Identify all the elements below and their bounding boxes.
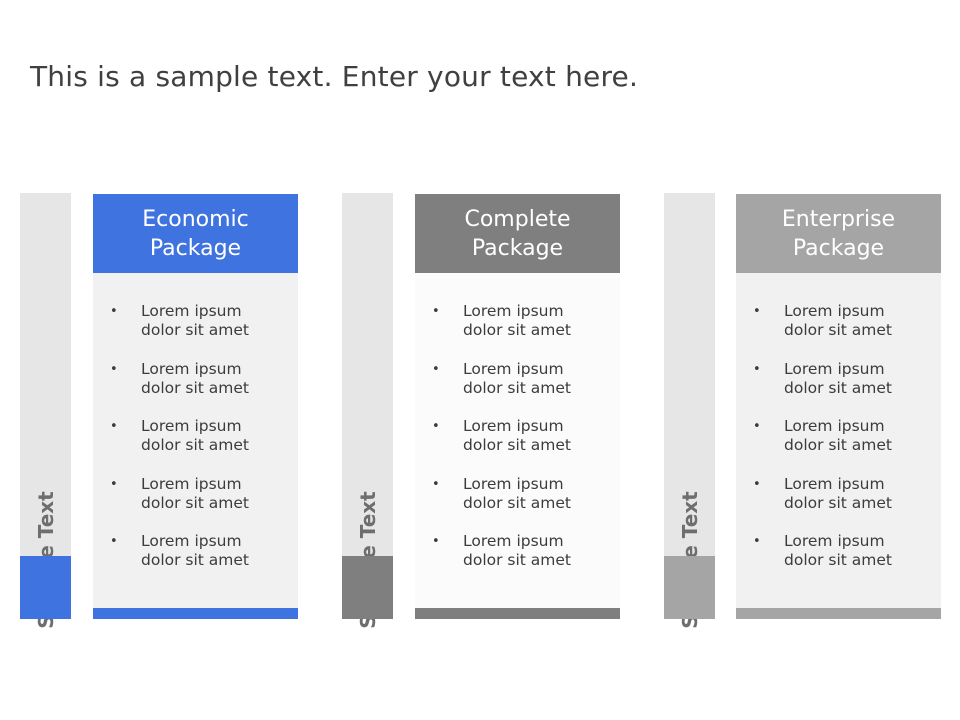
- feature-text: Lorem ipsum: [141, 474, 242, 493]
- package-title-line: Economic: [142, 206, 249, 232]
- feature-item: • Lorem ipsum dolor sit amet: [415, 302, 571, 360]
- feature-text: Lorem ipsum: [784, 302, 885, 320]
- bullet-icon: •: [753, 534, 761, 549]
- feature-text: dolor sit amet: [463, 436, 572, 454]
- bullet-icon: •: [432, 304, 440, 319]
- package-title-line: Package: [792, 235, 885, 261]
- package-header: Enterprise Package: [736, 194, 941, 273]
- feature-item: • Lorem ipsum dolor sit amet: [93, 532, 249, 590]
- feature-item: • Lorem ipsum dolor sit amet: [736, 302, 892, 360]
- bullet-icon: •: [432, 476, 440, 492]
- feature-text: Lorem ipsum: [784, 474, 885, 493]
- feature-item: • Lorem ipsum dolor sit amet: [93, 475, 249, 533]
- feature-text: Lorem ipsum: [784, 359, 885, 378]
- package-card-economic: Economic Package • Lorem ipsum dolor sit a…: [93, 194, 298, 619]
- feature-list: • Lorem ipsum dolor sit amet • Lorem ipsum do…: [736, 302, 892, 590]
- feature-item: • Lorem ipsum dolor sit amet: [736, 417, 892, 475]
- feature-item: • Lorem ipsum dolor sit amet: [93, 360, 249, 418]
- feature-text: Lorem ipsum: [463, 359, 564, 378]
- side-accent: [342, 556, 393, 619]
- feature-item: • Lorem ipsum dolor sit amet: [736, 475, 892, 533]
- package-title-line: Complete: [464, 206, 571, 232]
- feature-text: dolor sit amet: [463, 551, 572, 569]
- card-footer-bar: [415, 608, 620, 619]
- feature-text: dolor sit amet: [784, 321, 893, 339]
- side-accent: [20, 556, 71, 619]
- feature-text: dolor sit amet: [784, 436, 893, 454]
- package-header: Economic Package: [93, 194, 298, 273]
- package-title-line: Package: [471, 235, 564, 261]
- feature-list: • Lorem ipsum dolor sit amet • Lorem ipsum do…: [93, 302, 249, 590]
- bullet-icon: •: [432, 419, 440, 434]
- feature-item: • Lorem ipsum dolor sit amet: [415, 417, 571, 475]
- feature-text: Lorem ipsum: [141, 532, 242, 550]
- bullet-icon: •: [110, 304, 118, 319]
- feature-text: dolor sit amet: [463, 493, 572, 512]
- feature-text: dolor sit amet: [463, 321, 572, 339]
- feature-text: dolor sit amet: [784, 551, 893, 569]
- card-footer-bar: [93, 608, 298, 619]
- bullet-icon: •: [110, 361, 118, 377]
- package-title-line: Package: [149, 235, 242, 261]
- feature-text: Lorem ipsum: [141, 417, 242, 435]
- bullet-icon: •: [432, 534, 440, 549]
- bullet-icon: •: [110, 534, 118, 549]
- feature-item: • Lorem ipsum dolor sit amet: [93, 302, 249, 360]
- feature-item: • Lorem ipsum dolor sit amet: [415, 360, 571, 418]
- feature-text: dolor sit amet: [141, 436, 250, 454]
- bullet-icon: •: [753, 304, 761, 319]
- feature-item: • Lorem ipsum dolor sit amet: [415, 475, 571, 533]
- side-bar-enterprise: Sample Text: [664, 193, 715, 629]
- feature-text: Lorem ipsum: [141, 302, 242, 320]
- feature-text: Lorem ipsum: [463, 532, 564, 550]
- feature-item: • Lorem ipsum dolor sit amet: [93, 417, 249, 475]
- feature-text: dolor sit amet: [141, 378, 250, 397]
- feature-text: Lorem ipsum: [463, 302, 564, 320]
- feature-item: • Lorem ipsum dolor sit amet: [736, 360, 892, 418]
- feature-text: dolor sit amet: [784, 493, 893, 512]
- bullet-icon: •: [753, 361, 761, 377]
- package-card-enterprise: Enterprise Package • Lorem ipsum dolor sit…: [736, 194, 941, 619]
- bullet-icon: •: [110, 419, 118, 434]
- slide-title: This is a sample text. Enter your text h…: [30, 60, 639, 93]
- feature-text: Lorem ipsum: [141, 359, 242, 378]
- feature-text: Lorem ipsum: [463, 474, 564, 493]
- feature-text: Lorem ipsum: [784, 532, 885, 550]
- feature-text: dolor sit amet: [463, 378, 572, 397]
- feature-text: Lorem ipsum: [784, 417, 885, 435]
- package-header: Complete Package: [415, 194, 620, 273]
- bullet-icon: •: [753, 476, 761, 492]
- feature-text: dolor sit amet: [141, 551, 250, 569]
- feature-list: • Lorem ipsum dolor sit amet • Lorem ipsum do…: [415, 302, 571, 590]
- feature-text: dolor sit amet: [141, 321, 250, 339]
- bullet-icon: •: [110, 476, 118, 492]
- feature-item: • Lorem ipsum dolor sit amet: [415, 532, 571, 590]
- side-bar-complete: Sample Text: [342, 193, 393, 629]
- side-bar-economic: Sample Text: [20, 193, 71, 629]
- card-footer-bar: [736, 608, 941, 619]
- package-card-complete: Complete Package • Lorem ipsum dolor sit a…: [415, 194, 620, 619]
- package-title-line: Enterprise: [781, 206, 896, 232]
- bullet-icon: •: [753, 419, 761, 434]
- feature-text: dolor sit amet: [141, 493, 250, 512]
- feature-item: • Lorem ipsum dolor sit amet: [736, 532, 892, 590]
- feature-text: dolor sit amet: [784, 378, 893, 397]
- side-accent: [664, 556, 715, 619]
- bullet-icon: •: [432, 361, 440, 377]
- feature-text: Lorem ipsum: [463, 417, 564, 435]
